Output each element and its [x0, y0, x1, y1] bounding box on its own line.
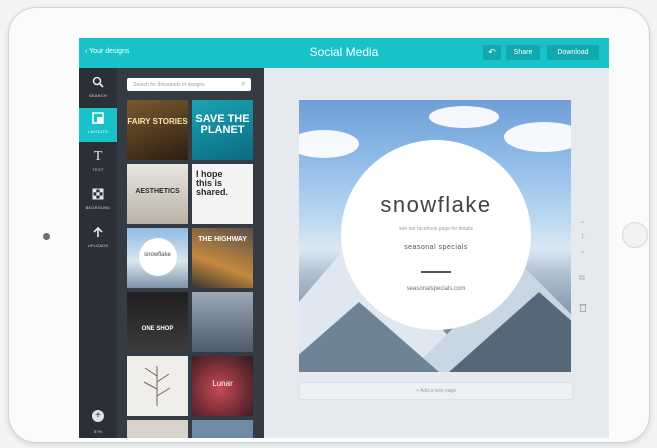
nav-label: SEARCH: [89, 93, 107, 98]
camera-icon: [43, 233, 50, 240]
app-screen: ‹ Your designs Social Media ↶ Share Down…: [79, 38, 609, 438]
template-tile[interactable]: ONE SHOP: [127, 292, 188, 352]
plus-icon: +: [95, 410, 101, 421]
nav-item-background[interactable]: BKGROUND: [79, 184, 117, 218]
template-tile[interactable]: Lunar: [192, 356, 253, 416]
nav-label: BKGROUND: [85, 205, 111, 210]
home-button[interactable]: [622, 222, 648, 248]
template-tile[interactable]: SAVE THE PLANET: [192, 100, 253, 160]
template-search-input[interactable]: [133, 78, 233, 91]
add-page-button[interactable]: + Add a new page: [299, 382, 573, 400]
divider-line: [421, 271, 451, 273]
share-button[interactable]: Share: [506, 45, 540, 60]
nav-item-layouts[interactable]: LAYOUTS: [79, 108, 117, 142]
move-page-up-icon[interactable]: ⌃: [579, 220, 586, 229]
template-tile[interactable]: [192, 420, 253, 438]
copy-page-icon[interactable]: ⧉: [579, 273, 585, 283]
leaf-graphic-icon: [143, 366, 171, 406]
template-tile[interactable]: FAIRY STORIES: [127, 100, 188, 160]
upload-icon: [79, 226, 117, 240]
cloud-shape: [429, 106, 499, 128]
design-title[interactable]: snowflake: [341, 192, 531, 218]
nav-item-search[interactable]: SEARCH: [79, 72, 117, 106]
move-page-down-icon[interactable]: ⌄: [579, 246, 586, 255]
template-tile[interactable]: AESTHETICS: [127, 164, 188, 224]
magnifier-icon: [79, 76, 117, 90]
design-canvas[interactable]: snowflake see our facebook page for deta…: [299, 100, 571, 372]
undo-icon: ↶: [488, 47, 496, 57]
template-tile[interactable]: snowflake: [127, 228, 188, 288]
tile-caption: I hope this is shared.: [196, 169, 229, 197]
download-button[interactable]: Download: [547, 45, 599, 60]
tile-caption: THE HIGHWAY: [198, 236, 247, 243]
cloud-shape: [504, 122, 571, 152]
undo-button[interactable]: ↶: [483, 45, 501, 60]
page-number: 1: [581, 234, 585, 240]
design-url[interactable]: seasonalspecials.com: [341, 286, 531, 292]
tile-caption: ONE SHOP: [141, 326, 174, 332]
template-tile[interactable]: THE HIGHWAY: [192, 228, 253, 288]
tile-caption: SAVE THE PLANET: [195, 113, 250, 136]
tile-caption: AESTHETICS: [135, 188, 180, 195]
nav-label: UPLOADS: [87, 243, 109, 248]
device-stage: ‹ Your designs Social Media ↶ Share Down…: [0, 0, 657, 448]
templates-panel: ⌕ FAIRY STORIES SAVE THE PLANET AESTHETI…: [117, 68, 264, 438]
cloud-shape: [299, 130, 359, 158]
delete-page-icon[interactable]: [579, 303, 587, 314]
tile-caption: Lunar: [212, 379, 233, 388]
text-icon: T: [93, 149, 103, 164]
ipad-frame: ‹ Your designs Social Media ↶ Share Down…: [8, 7, 650, 443]
nav-label: TEXT: [92, 167, 104, 172]
nav-label: LAYOUTS: [88, 129, 108, 134]
tile-caption: snowflake: [144, 252, 171, 258]
search-icon[interactable]: ⌕: [241, 79, 245, 89]
title-circle[interactable]: snowflake see our facebook page for deta…: [341, 140, 531, 330]
tile-caption: FAIRY STORIES: [127, 117, 188, 126]
layout-icon: [79, 112, 117, 126]
template-tile[interactable]: [192, 292, 253, 352]
nav-item-text[interactable]: T TEXT: [79, 146, 117, 180]
template-tile[interactable]: I hope this is shared.: [192, 164, 253, 224]
top-bar: ‹ Your designs Social Media ↶ Share Down…: [79, 38, 609, 68]
background-icon: [79, 188, 117, 202]
template-search-box: ⌕: [127, 78, 251, 91]
canvas-area: snowflake see our facebook page for deta…: [264, 68, 609, 438]
template-tile[interactable]: [127, 420, 188, 438]
nav-item-uploads[interactable]: UPLOADS: [79, 222, 117, 256]
zoom-level: 57%: [93, 429, 102, 434]
template-tile[interactable]: [127, 356, 188, 416]
side-nav: SEARCH LAYOUTS T TEXT BKGROUND UPLOADS +…: [79, 68, 117, 438]
design-tagline[interactable]: seasonal specials: [341, 244, 531, 251]
design-subtitle[interactable]: see our facebook page for details: [341, 226, 531, 232]
zoom-in-button[interactable]: +: [92, 410, 104, 422]
